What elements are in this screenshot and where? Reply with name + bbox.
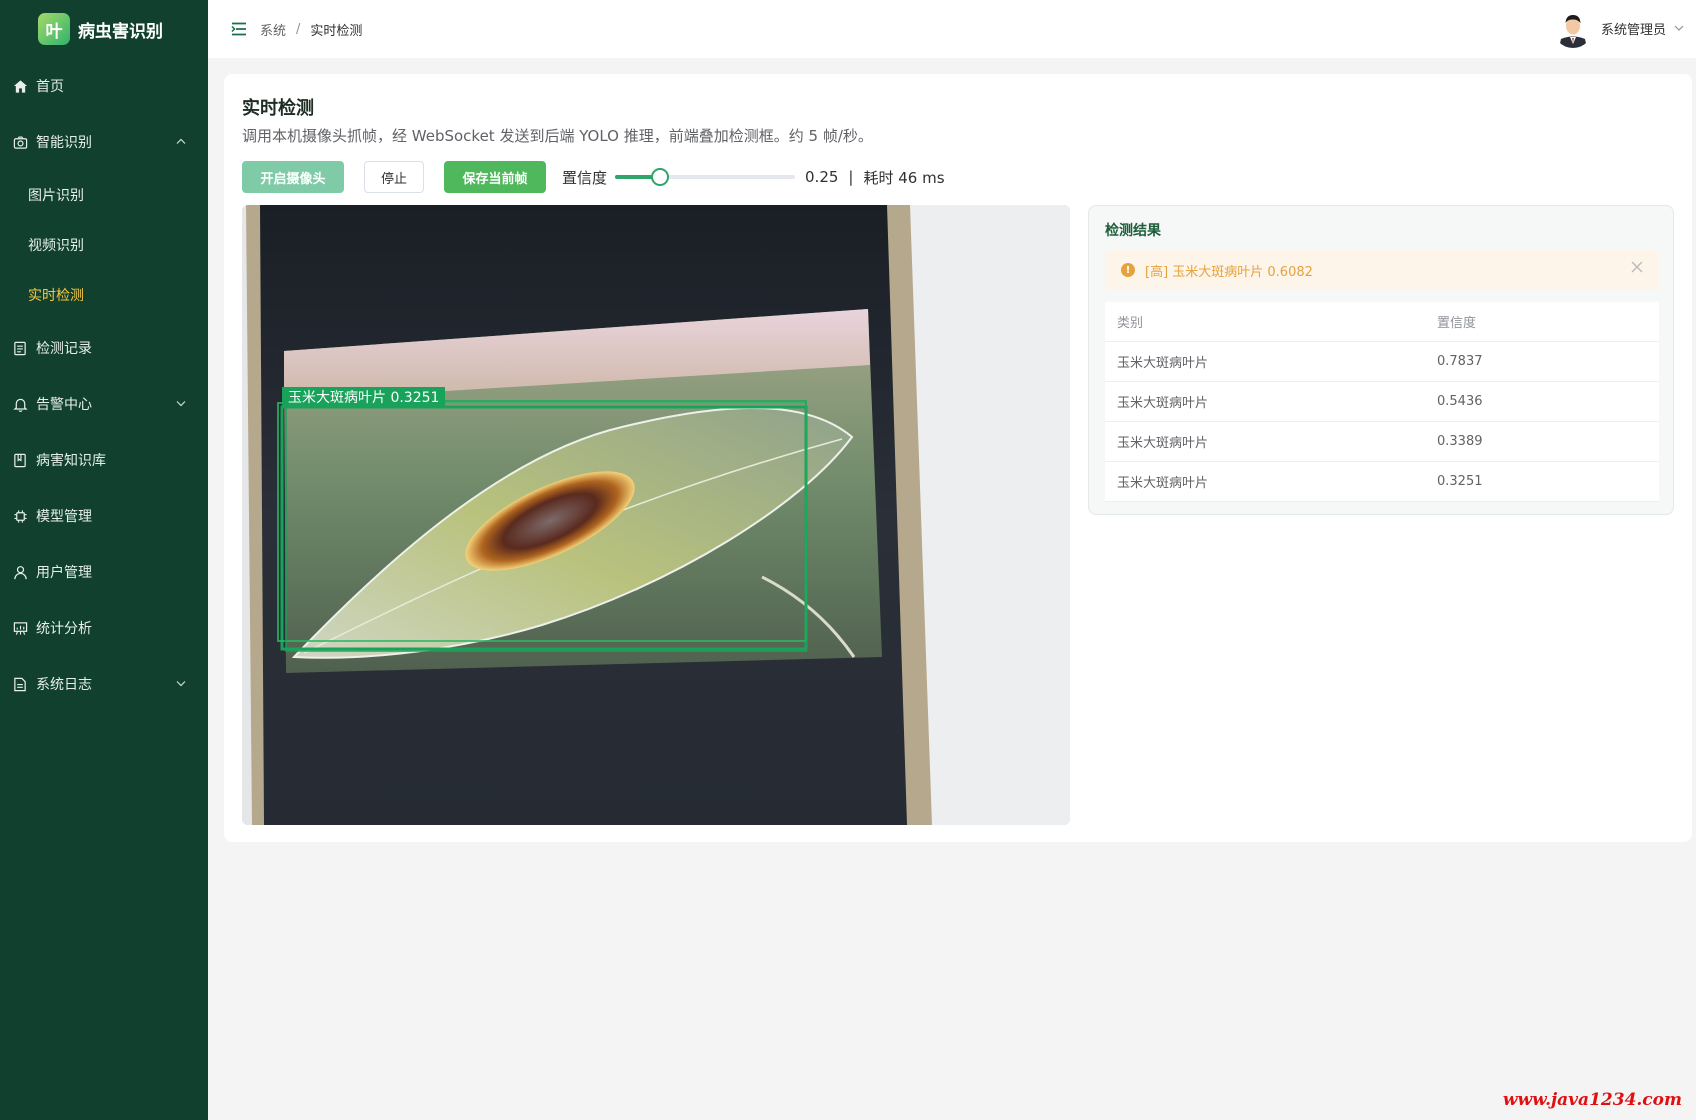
save-frame-button[interactable]: 保存当前帧 (444, 161, 546, 193)
camera-view: 玉米大斑病叶片 0.3251 (242, 205, 1070, 825)
sidebar-item-knowledge[interactable]: 病害知识库 (0, 432, 208, 488)
sidebar-subitem-image-recognition[interactable]: 图片识别 (0, 170, 208, 220)
bell-icon (12, 396, 28, 412)
confidence-slider[interactable] (615, 168, 796, 186)
chevron-down-icon (176, 399, 186, 410)
page-description: 调用本机摄像头抓帧，经 WebSocket 发送到后端 YOLO 推理，前端叠加… (242, 127, 873, 145)
page-title: 实时检测 (242, 98, 314, 119)
user-name: 系统管理员 (1600, 22, 1666, 38)
warning-icon: ! (1121, 263, 1135, 277)
cell-category: 玉米大斑病叶片 (1117, 396, 1209, 411)
sidebar-item-models[interactable]: 模型管理 (0, 488, 208, 544)
results-panel: 检测结果 ! [高] 玉米大斑病叶片 0.6082 类别 置信度 玉米大斑病叶片… (1088, 205, 1674, 515)
sidebar-item-label: 模型管理 (36, 509, 92, 525)
brand-title: 病虫害识别 (78, 21, 163, 42)
cell-category: 玉米大斑病叶片 (1117, 436, 1209, 451)
user-icon (12, 564, 28, 580)
sidebar-nav: 首页 智能识别 图片识别 视频识别 实时检测 检测记录 告警中心 病害知识库 模… (0, 58, 208, 712)
cell-confidence: 0.3389 (1437, 434, 1483, 449)
sidebar-item-stats[interactable]: 统计分析 (0, 600, 208, 656)
chevron-down-icon (176, 679, 186, 690)
sidebar-item-records[interactable]: 检测记录 (0, 320, 208, 376)
cell-category: 玉米大斑病叶片 (1117, 356, 1209, 371)
sidebar-item-smart-recognition[interactable]: 智能识别 (0, 114, 208, 170)
close-icon[interactable] (1631, 261, 1643, 277)
chart-board-icon (12, 620, 28, 636)
sidebar-item-label: 用户管理 (36, 565, 92, 581)
chip-icon (12, 508, 28, 524)
slider-handle[interactable] (651, 168, 670, 186)
latency-text: 耗时 46 ms (863, 168, 945, 187)
watermark: www.java1234.com (1502, 1090, 1682, 1110)
sidebar-item-home[interactable]: 首页 (0, 58, 208, 114)
brand-logo: 叶 (38, 13, 70, 45)
cell-confidence: 0.7837 (1437, 354, 1483, 369)
sidebar-item-alerts[interactable]: 告警中心 (0, 376, 208, 432)
cell-category: 玉米大斑病叶片 (1117, 476, 1209, 491)
detection-box-label: 玉米大斑病叶片 0.3251 (282, 387, 446, 407)
book-icon (12, 452, 28, 468)
stop-button[interactable]: 停止 (364, 161, 424, 193)
column-header-confidence: 置信度 (1437, 316, 1477, 331)
brand[interactable]: 叶 病虫害识别 (0, 0, 208, 58)
sidebar-item-label: 检测记录 (36, 341, 92, 357)
alert-banner: ! [高] 玉米大斑病叶片 0.6082 (1105, 250, 1659, 290)
sidebar-item-users[interactable]: 用户管理 (0, 544, 208, 600)
document-list-icon (12, 340, 28, 356)
sidebar-item-label: 智能识别 (36, 135, 92, 151)
sidebar-item-logs[interactable]: 系统日志 (0, 656, 208, 712)
avatar (1552, 8, 1593, 48)
table-header: 类别 置信度 (1105, 302, 1659, 342)
alert-text: [高] 玉米大斑病叶片 0.6082 (1145, 264, 1313, 280)
sidebar-item-label: 统计分析 (36, 621, 92, 637)
table-row[interactable]: 玉米大斑病叶片 0.5436 (1105, 382, 1659, 422)
results-table: 类别 置信度 玉米大斑病叶片 0.7837 玉米大斑病叶片 0.5436 玉米大… (1105, 302, 1659, 502)
user-menu[interactable]: 系统管理员 (1552, 8, 1684, 48)
toolbar-separator: | (848, 168, 854, 186)
start-camera-button[interactable]: 开启摄像头 (242, 161, 344, 193)
chevron-up-icon (176, 137, 186, 148)
breadcrumb-item-current: 实时检测 (310, 23, 363, 39)
table-row[interactable]: 玉米大斑病叶片 0.3389 (1105, 422, 1659, 462)
top-header: 系统 / 实时检测 系统管理员 (208, 0, 1696, 58)
cell-confidence: 0.5436 (1437, 394, 1483, 409)
confidence-label: 置信度 (562, 168, 608, 187)
sidebar-item-label: 告警中心 (36, 397, 92, 413)
breadcrumb-separator: / (296, 21, 301, 37)
file-text-icon (12, 676, 28, 692)
camera-frame-image (242, 205, 1070, 825)
results-title: 检测结果 (1105, 223, 1161, 239)
menu-fold-icon[interactable] (230, 20, 248, 38)
column-header-category: 类别 (1117, 316, 1144, 331)
breadcrumb-item-system[interactable]: 系统 (260, 20, 286, 39)
camera-icon (12, 134, 28, 150)
toolbar: 开启摄像头 停止 保存当前帧 置信度 0.25 | 耗时 46 ms (242, 161, 945, 193)
sidebar-item-label: 首页 (36, 79, 64, 95)
detection-card: 实时检测 调用本机摄像头抓帧，经 WebSocket 发送到后端 YOLO 推理… (224, 74, 1692, 842)
chevron-down-icon (1674, 23, 1684, 34)
sidebar-item-label: 病害知识库 (36, 453, 106, 469)
sidebar-subitem-video-recognition[interactable]: 视频识别 (0, 220, 208, 270)
sidebar-subitem-realtime-detection[interactable]: 实时检测 (0, 270, 208, 320)
table-row[interactable]: 玉米大斑病叶片 0.7837 (1105, 342, 1659, 382)
sidebar: 叶 病虫害识别 首页 智能识别 图片识别 视频识别 实时检测 检测记录 告警中心… (0, 0, 208, 1120)
cell-confidence: 0.3251 (1437, 474, 1483, 489)
home-icon (12, 78, 28, 94)
confidence-value: 0.25 (805, 168, 839, 186)
sidebar-item-label: 系统日志 (36, 677, 92, 693)
table-row[interactable]: 玉米大斑病叶片 0.3251 (1105, 462, 1659, 502)
